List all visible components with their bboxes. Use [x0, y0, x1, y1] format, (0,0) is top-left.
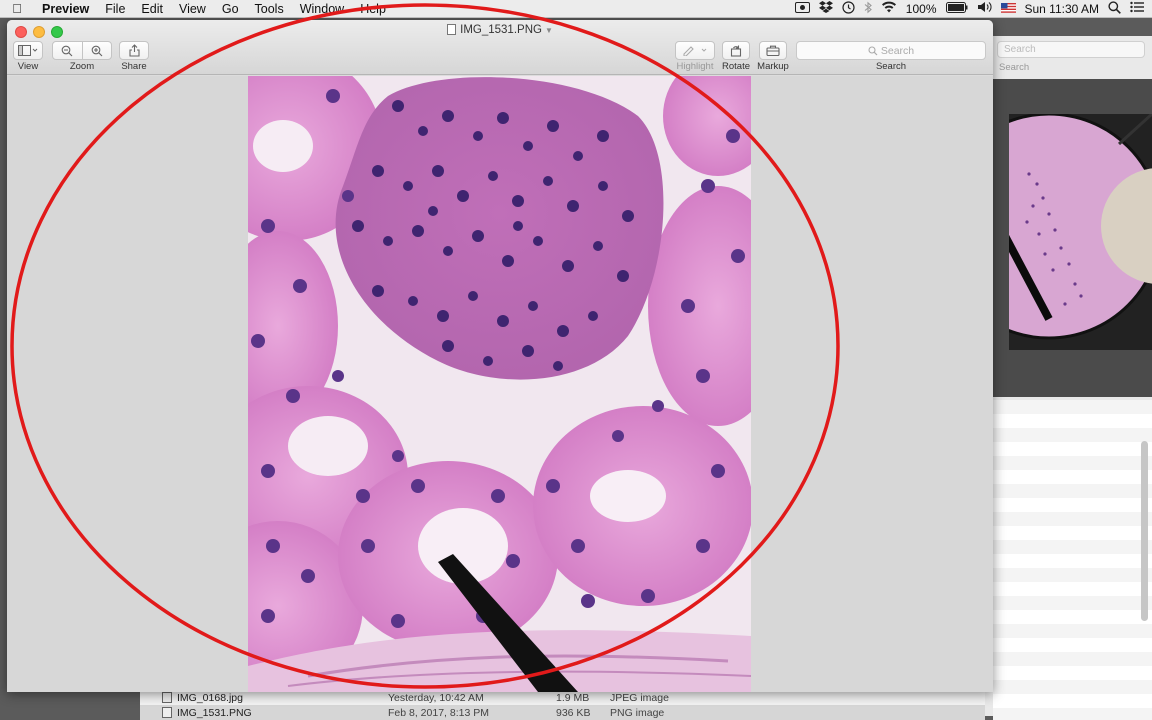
preview-window: IMG_1531.PNG▼ View Zoom Share Highlight [7, 20, 993, 692]
battery-percent: 100% [905, 1, 937, 16]
zoom-in-icon [91, 45, 103, 56]
file-date: Yesterday, 10:42 AM [388, 691, 484, 704]
file-icon [162, 692, 172, 703]
file-kind: JPEG image [610, 691, 669, 704]
document-viewer[interactable] [7, 76, 993, 692]
zoom-out-button[interactable] [53, 42, 82, 59]
zoom-label: Zoom [69, 61, 95, 72]
menu-view[interactable]: View [171, 2, 214, 16]
background-search-label: Search [999, 62, 1030, 73]
menu-bar:  Preview File Edit View Go Tools Window… [0, 0, 1152, 18]
finder-file-list: IMG_0168.jpg Yesterday, 10:42 AM 1.9 MB … [140, 690, 985, 720]
search-placeholder: Search [880, 44, 915, 57]
rotate-button[interactable] [722, 41, 750, 60]
background-search-field[interactable]: Search [997, 41, 1145, 58]
volume-icon[interactable] [977, 1, 992, 16]
view-label: View [17, 61, 39, 72]
search-label: Search [875, 61, 907, 72]
finder-row[interactable]: IMG_1531.PNG Feb 8, 2017, 8:13 PM 936 KB… [140, 705, 985, 720]
background-file-list [993, 400, 1152, 720]
file-size: 936 KB [556, 706, 591, 719]
menu-clock[interactable]: Sun 11:30 AM [1025, 2, 1100, 16]
dropbox-icon[interactable] [818, 1, 833, 16]
time-machine-icon[interactable] [842, 0, 855, 17]
share-icon [128, 44, 140, 57]
histology-image[interactable] [248, 76, 751, 692]
document-icon [447, 24, 457, 35]
zoom-control [52, 41, 112, 60]
menu-go[interactable]: Go [214, 2, 247, 16]
finder-row[interactable]: IMG_0168.jpg Yesterday, 10:42 AM 1.9 MB … [140, 690, 985, 705]
menu-tools[interactable]: Tools [247, 2, 292, 16]
highlight-label: Highlight [676, 61, 714, 72]
file-size: 1.9 MB [556, 691, 590, 704]
background-scrollbar[interactable] [1141, 441, 1148, 621]
chevron-down-icon: ▼ [544, 26, 553, 35]
menu-window[interactable]: Window [292, 2, 352, 16]
menu-app-preview[interactable]: Preview [34, 2, 97, 16]
file-name: IMG_0168.jpg [177, 691, 243, 704]
zoom-in-button[interactable] [81, 42, 112, 59]
zoom-out-icon [61, 45, 73, 56]
search-input[interactable]: Search [796, 41, 986, 60]
menu-edit[interactable]: Edit [133, 2, 171, 16]
window-toolbar: IMG_1531.PNG▼ View Zoom Share Highlight [7, 20, 993, 75]
us-flag-input-icon[interactable] [1000, 2, 1016, 16]
file-kind: PNG image [610, 706, 665, 719]
bluetooth-icon[interactable] [864, 1, 872, 17]
battery-icon[interactable] [945, 1, 968, 16]
file-icon [162, 707, 172, 718]
apple-menu-icon[interactable]:  [0, 1, 34, 16]
highlighter-icon [683, 46, 707, 56]
document-title[interactable]: IMG_1531.PNG ▼ [7, 24, 993, 36]
spotlight-search-icon[interactable] [1108, 0, 1121, 17]
search-icon [868, 45, 878, 55]
background-slide-thumbnail [1009, 114, 1152, 350]
markup-toolbox-icon [766, 45, 780, 56]
markup-button[interactable] [759, 41, 787, 60]
background-window: Search Search [985, 36, 1152, 720]
rotate-label: Rotate [722, 61, 750, 72]
view-menu-button[interactable] [13, 41, 43, 60]
file-date: Feb 8, 2017, 8:13 PM [388, 706, 489, 719]
wifi-icon[interactable] [881, 1, 897, 16]
document-title-text: IMG_1531.PNG [460, 24, 542, 36]
sidebar-view-icon [18, 45, 38, 56]
rotate-icon [730, 45, 742, 57]
notification-center-icon[interactable] [1130, 1, 1144, 16]
highlight-button[interactable] [675, 41, 715, 60]
screen-record-icon[interactable] [794, 1, 810, 16]
menu-file[interactable]: File [97, 2, 133, 16]
share-label: Share [121, 61, 147, 72]
markup-label: Markup [757, 61, 789, 72]
menu-help[interactable]: Help [352, 2, 394, 16]
file-name: IMG_1531.PNG [177, 706, 252, 719]
share-button[interactable] [119, 41, 149, 60]
kidney-tissue-micrograph [248, 76, 751, 692]
